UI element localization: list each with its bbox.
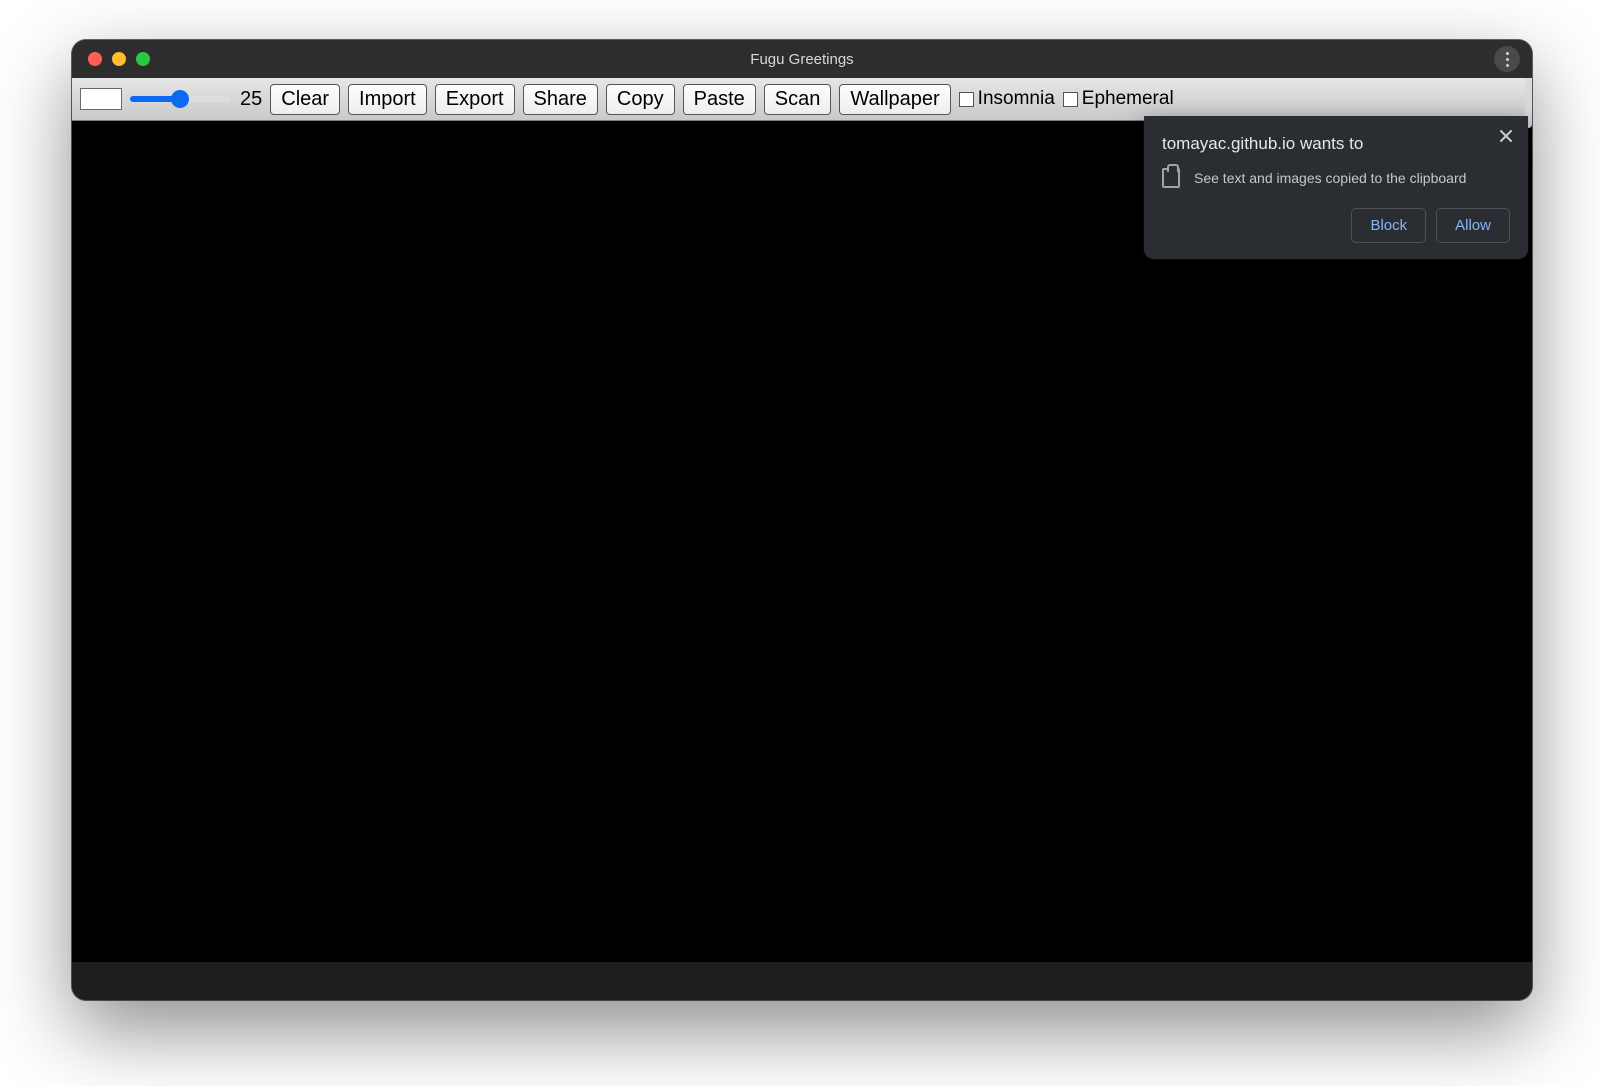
app-menu-button[interactable] [1494, 46, 1520, 72]
block-button[interactable]: Block [1351, 208, 1426, 243]
permission-detail: See text and images copied to the clipbo… [1194, 170, 1466, 186]
app-window: Fugu Greetings 25 Clear Import Export [72, 40, 1532, 1000]
permission-title: tomayac.github.io wants to [1162, 134, 1510, 154]
permission-detail-row: See text and images copied to the clipbo… [1162, 168, 1510, 188]
permission-prompt: tomayac.github.io wants to See text and … [1144, 116, 1528, 259]
clipboard-icon [1162, 168, 1180, 188]
clear-button[interactable]: Clear [270, 84, 340, 115]
color-swatch[interactable] [80, 88, 122, 110]
insomnia-checkbox[interactable]: Insomnia [959, 88, 1055, 110]
slider-thumb[interactable] [171, 90, 189, 108]
share-button[interactable]: Share [523, 84, 598, 115]
permission-actions: Block Allow [1162, 208, 1510, 243]
scan-button[interactable]: Scan [764, 84, 832, 115]
window-controls [88, 40, 150, 78]
close-window-button[interactable] [88, 52, 102, 66]
permission-origin: tomayac.github.io [1162, 134, 1295, 153]
brush-size-slider[interactable] [130, 88, 230, 110]
ephemeral-checkbox[interactable]: Ephemeral [1063, 88, 1174, 110]
copy-button[interactable]: Copy [606, 84, 675, 115]
insomnia-label: Insomnia [978, 88, 1055, 110]
allow-button[interactable]: Allow [1436, 208, 1510, 243]
checkbox-icon [959, 92, 974, 107]
toolbar: 25 Clear Import Export Share Copy Paste … [72, 78, 1532, 121]
export-button[interactable]: Export [435, 84, 515, 115]
checkbox-icon [1063, 92, 1078, 107]
ephemeral-label: Ephemeral [1082, 88, 1174, 110]
dots-icon [1506, 52, 1509, 55]
close-icon[interactable] [1496, 126, 1516, 146]
brush-size-value: 25 [240, 88, 262, 111]
paste-button[interactable]: Paste [683, 84, 756, 115]
minimize-window-button[interactable] [112, 52, 126, 66]
viewport: 25 Clear Import Export Share Copy Paste … [72, 78, 1532, 1000]
window-title: Fugu Greetings [750, 51, 853, 68]
stage: Fugu Greetings 25 Clear Import Export [0, 0, 1600, 1086]
import-button[interactable]: Import [348, 84, 427, 115]
titlebar: Fugu Greetings [72, 40, 1532, 78]
fullscreen-window-button[interactable] [136, 52, 150, 66]
wallpaper-button[interactable]: Wallpaper [839, 84, 950, 115]
